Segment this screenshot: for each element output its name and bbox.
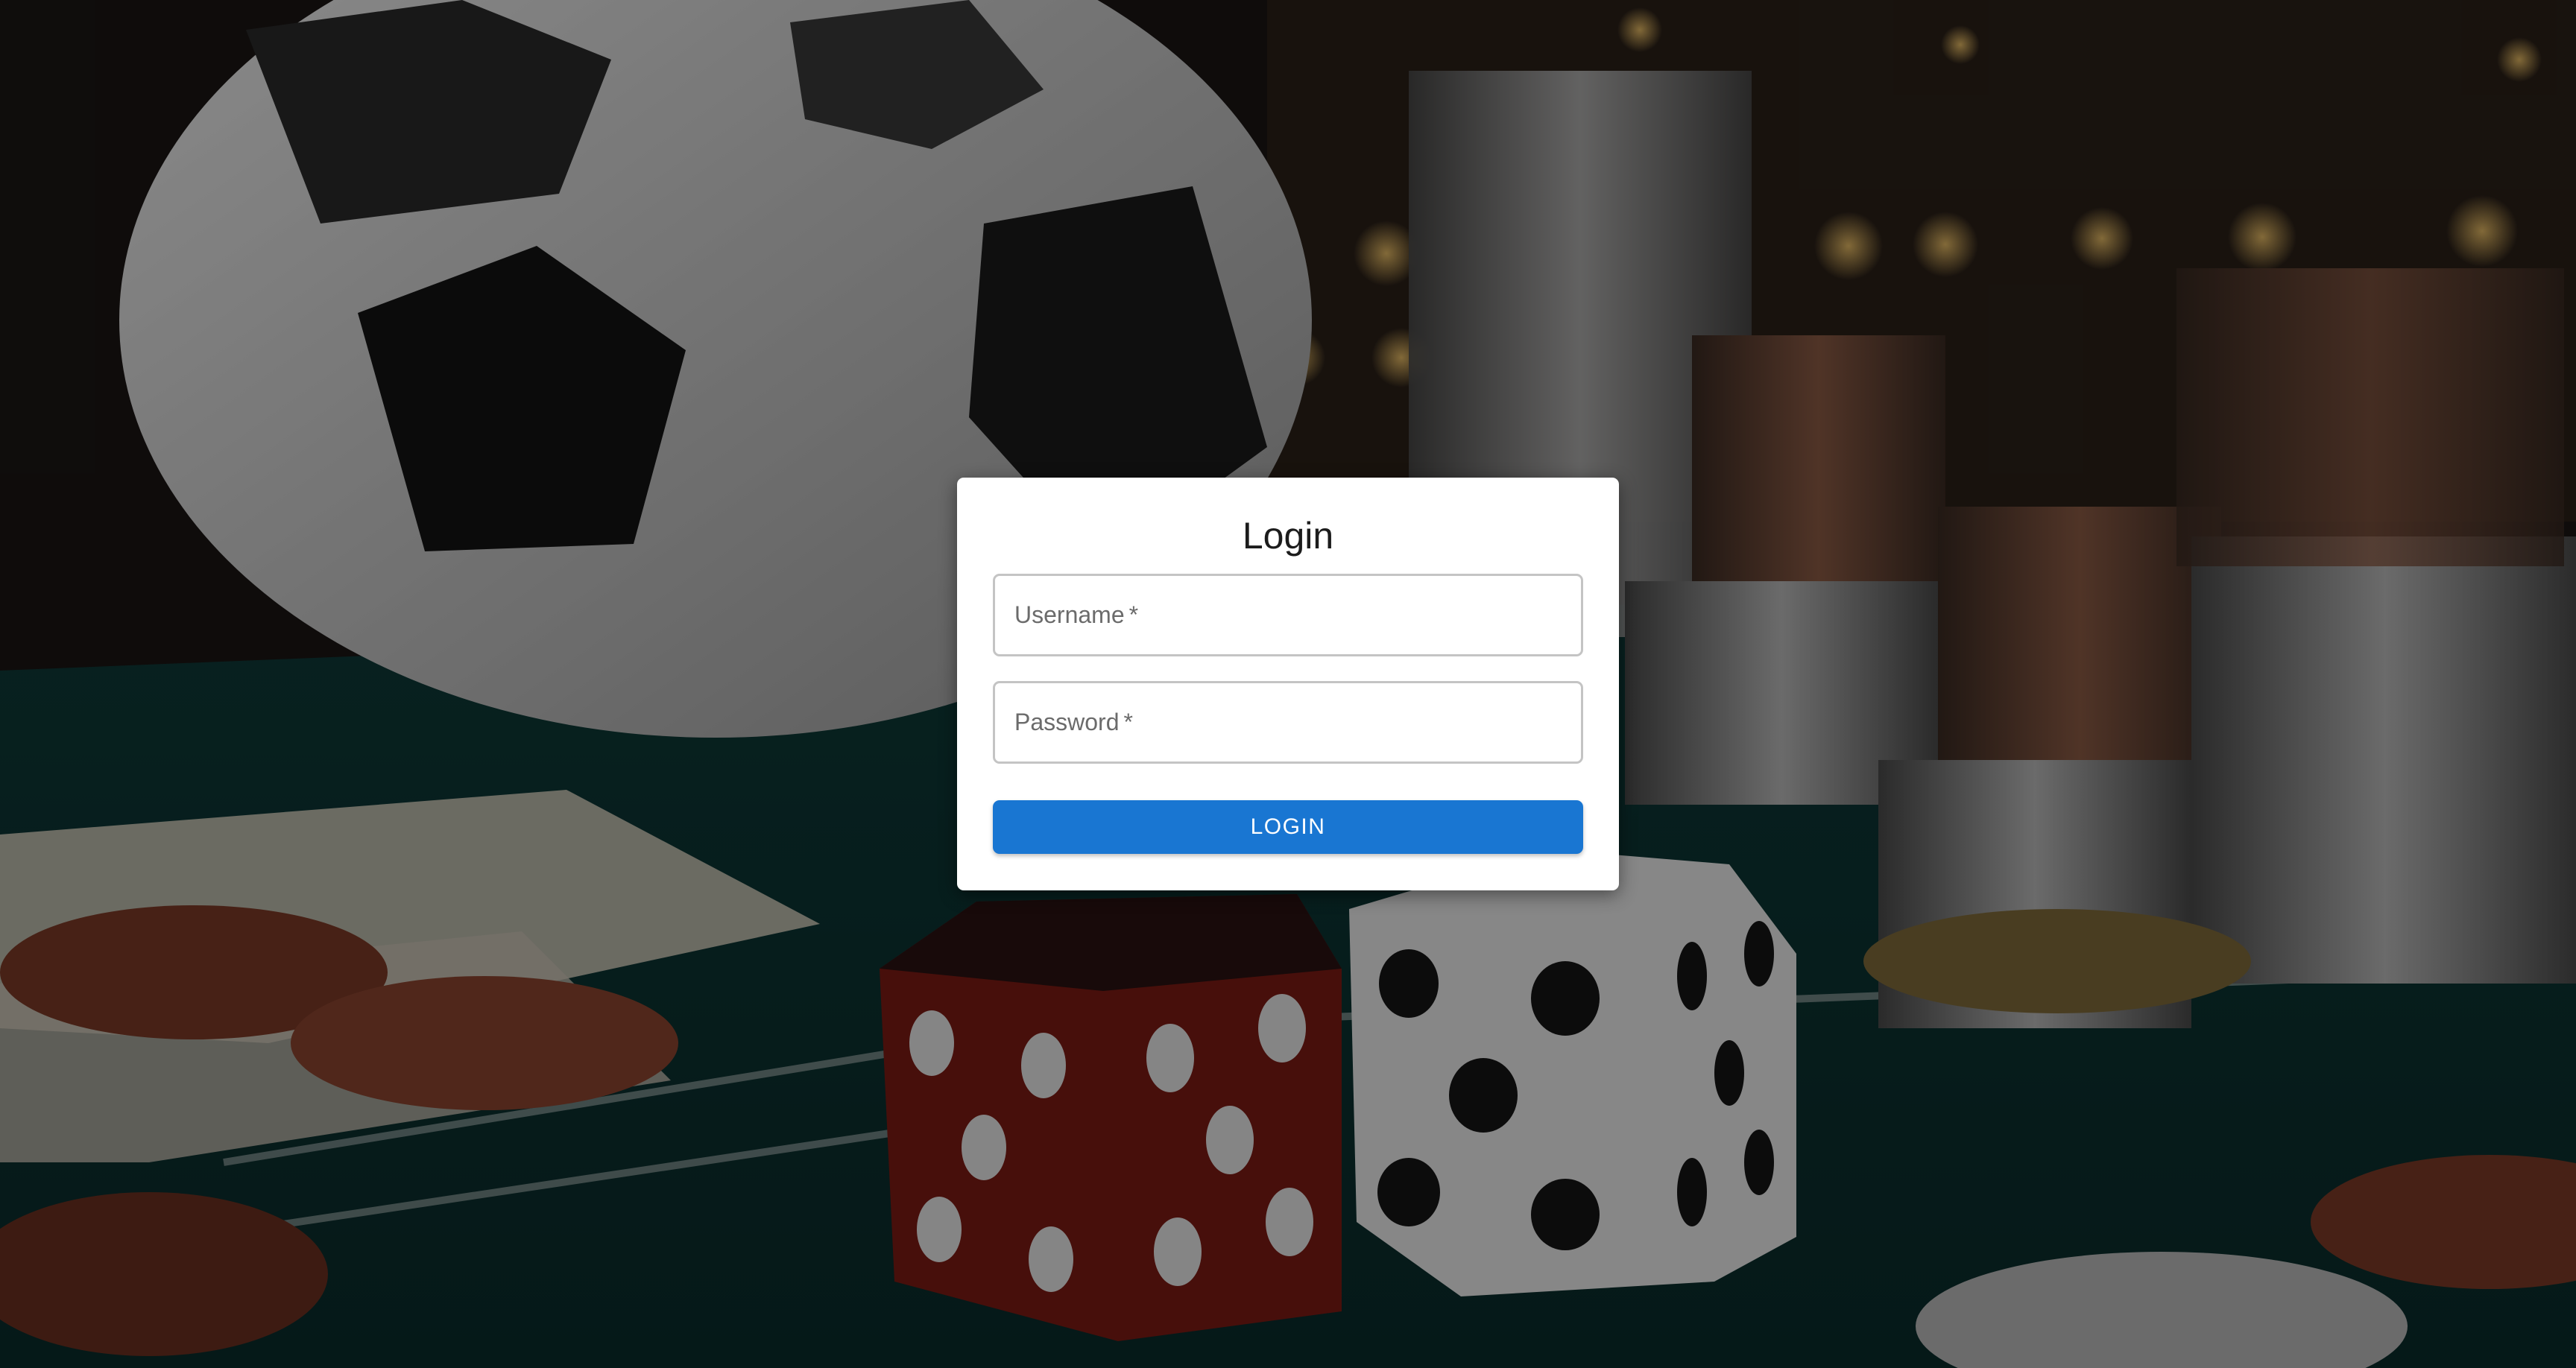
username-field[interactable]: Username * [993, 574, 1583, 656]
username-required-mark: * [1128, 601, 1139, 628]
username-label-text: Username [1014, 601, 1125, 628]
login-button[interactable]: LOGIN [993, 800, 1583, 854]
login-card: Login Username * Password * LOGIN [957, 478, 1619, 890]
login-page: Login Username * Password * LOGIN [0, 0, 2576, 1368]
login-title: Login [1242, 515, 1334, 557]
password-field[interactable]: Password * [993, 681, 1583, 764]
username-label: Username * [1014, 576, 1138, 654]
password-label: Password * [1014, 683, 1133, 761]
password-label-text: Password [1014, 709, 1120, 735]
password-required-mark: * [1123, 709, 1133, 735]
